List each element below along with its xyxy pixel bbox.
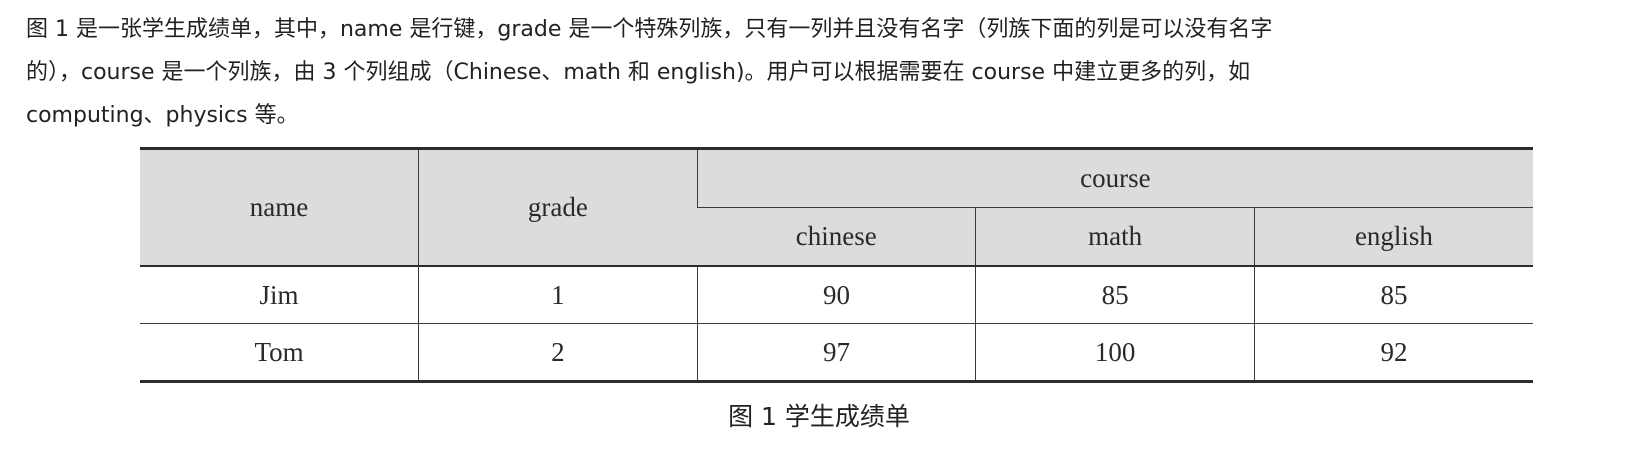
paragraph-line: computing、physics 等。 (26, 103, 299, 128)
header-name: name (140, 147, 419, 266)
cell-math: 85 (975, 265, 1255, 324)
body-paragraph: 图 1 是一张学生成绩单，其中，name 是行键，grade 是一个特殊列族，只… (26, 8, 1616, 137)
table-row: Tom 2 97 100 92 (140, 323, 1533, 383)
cell-chinese: 97 (696, 323, 976, 383)
header-chinese: chinese (697, 207, 976, 266)
header-english: english (1253, 207, 1533, 266)
cell-grade: 2 (418, 323, 698, 383)
paragraph-line: 图 1 是一张学生成绩单，其中，name 是行键，grade 是一个特殊列族，只… (26, 17, 1273, 42)
cell-name: Jim (140, 265, 419, 324)
header-grade: grade (418, 147, 698, 266)
student-score-table: name grade course chinese math english J… (140, 147, 1533, 383)
cell-english: 92 (1253, 323, 1533, 383)
cell-name: Tom (140, 323, 419, 383)
cell-grade: 1 (418, 265, 698, 324)
figure-caption: 图 1 学生成绩单 (728, 402, 910, 431)
figure-student-scores: name grade course chinese math english J… (140, 147, 1533, 383)
header-course: course (696, 147, 1533, 208)
cell-chinese: 90 (696, 265, 976, 324)
header-math: math (975, 207, 1255, 266)
table-row: Jim 1 90 85 85 (140, 265, 1533, 324)
cell-math: 100 (975, 323, 1255, 383)
cell-english: 85 (1253, 265, 1533, 324)
paragraph-line: 的），course 是一个列族，由 3 个列组成（Chinese、math 和 … (26, 60, 1251, 85)
